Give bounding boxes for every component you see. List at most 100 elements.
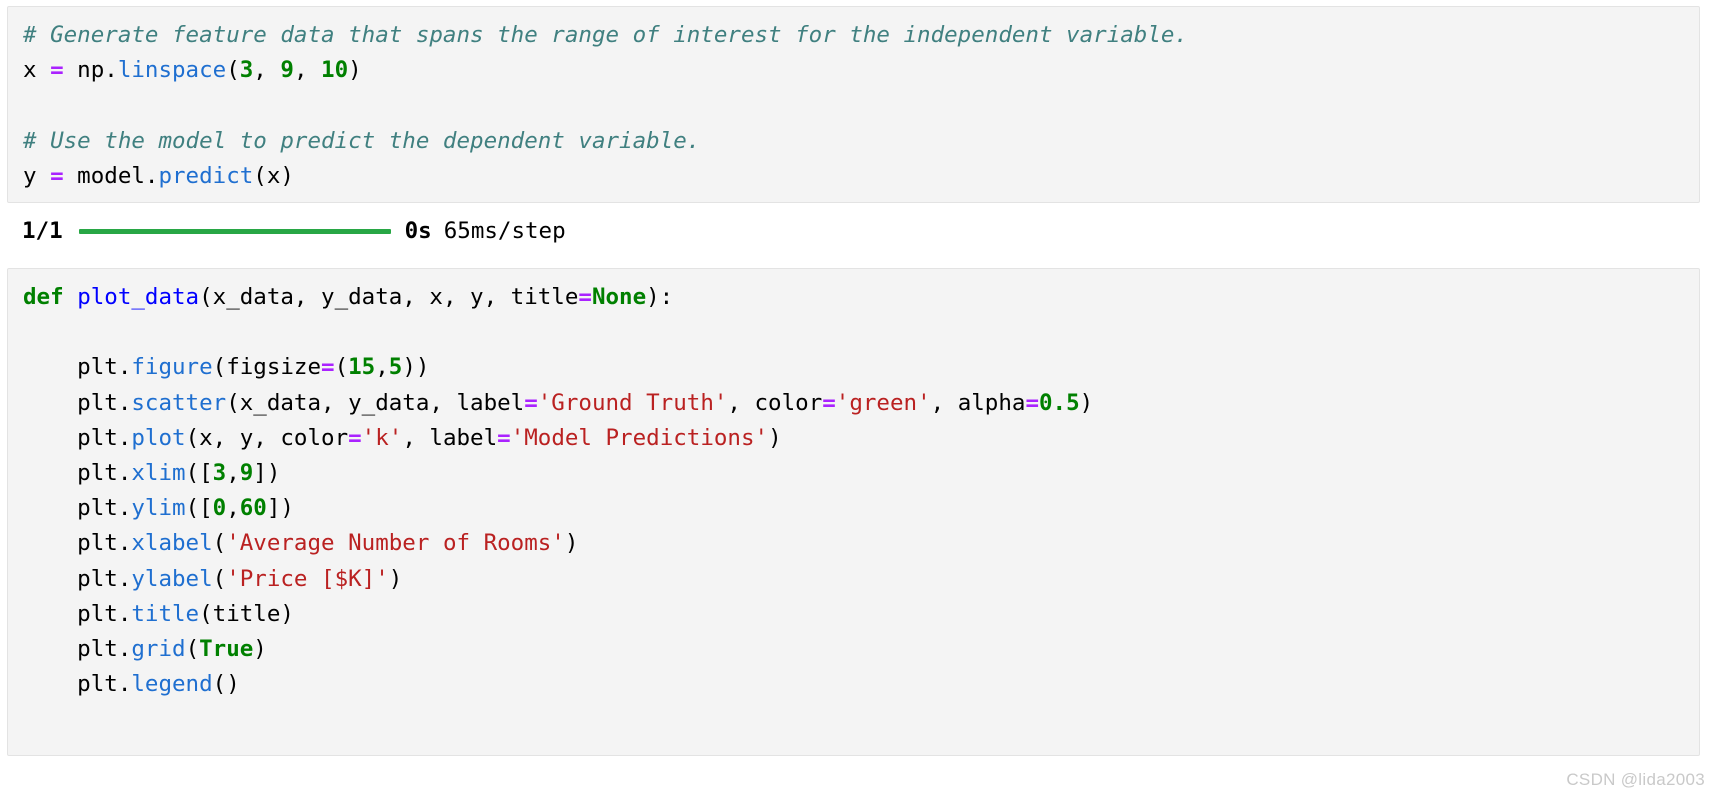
code-token: linspace	[117, 57, 227, 84]
code-token: .	[117, 389, 132, 416]
code-token: plt	[23, 354, 118, 381]
code-token: plt	[23, 530, 118, 557]
code-token: ])	[266, 495, 294, 522]
code-token: (	[226, 57, 240, 84]
code-token: 9	[280, 57, 294, 84]
code-line: y = model.predict(x)	[23, 159, 1188, 194]
code-token: plt	[23, 424, 118, 451]
code-token: =	[578, 284, 592, 310]
code-token: .	[117, 600, 132, 627]
code-token: 9	[239, 459, 254, 486]
code-token: .	[117, 354, 132, 381]
code-token: =	[524, 389, 538, 416]
code-line: # Generate feature data that spans the r…	[23, 18, 1188, 53]
code-token: ylabel	[131, 565, 213, 592]
code-token: 3	[239, 57, 254, 84]
output-elapsed-time: 0s	[404, 218, 432, 244]
code-token: =	[1025, 389, 1039, 416]
code-token: =	[348, 424, 362, 451]
code-token: 3	[212, 459, 227, 486]
code-line: x = np.linspace(3, 9, 10)	[23, 53, 1188, 88]
code-line: plt.ylim([0,60])	[23, 491, 1093, 526]
code-line: plt.legend()	[23, 667, 1093, 702]
progress-bar-track	[78, 228, 391, 234]
code-token: ,	[226, 495, 240, 522]
code-cell-1-source[interactable]: # Generate feature data that spans the r…	[23, 18, 1188, 194]
code-token: xlabel	[131, 530, 213, 557]
code-line: plt.xlabel('Average Number of Rooms')	[23, 526, 1093, 561]
code-token: plt	[23, 671, 118, 698]
code-token: (	[185, 635, 200, 662]
code-token: (x, y, color	[185, 424, 349, 451]
code-token: model	[63, 162, 145, 189]
code-token: (x_data, y_data, label	[226, 389, 525, 416]
code-token: , alpha	[930, 389, 1026, 416]
code-token: (	[334, 354, 349, 381]
code-token: .	[117, 635, 132, 662]
code-token: )	[1079, 389, 1094, 416]
code-token: # Use the model to predict the dependent…	[23, 127, 701, 154]
code-line: plt.title(title)	[23, 597, 1093, 632]
code-line: # Use the model to predict the dependent…	[23, 124, 1188, 159]
code-token: scatter	[131, 389, 227, 416]
code-line: plt.scatter(x_data, y_data, label='Groun…	[23, 386, 1093, 421]
code-token: .	[104, 57, 118, 84]
code-token: 'Average Number of Rooms'	[226, 530, 565, 557]
code-token: 'green'	[835, 389, 931, 416]
code-token: )	[768, 424, 782, 451]
code-token: plt	[23, 565, 118, 592]
code-token: plot	[131, 424, 186, 451]
code-token: .	[117, 459, 132, 486]
code-line: def plot_data(x_data, y_data, x, y, titl…	[23, 280, 1093, 315]
code-cell-2[interactable]: def plot_data(x_data, y_data, x, y, titl…	[7, 268, 1700, 756]
code-line: plt.xlim([3,9])	[23, 456, 1093, 491]
csdn-watermark: CSDN @lida2003	[1566, 770, 1705, 789]
code-token: .	[117, 495, 132, 522]
code-token: (figsize	[212, 354, 322, 381]
code-cell-2-source[interactable]: def plot_data(x_data, y_data, x, y, titl…	[23, 280, 1093, 702]
code-token: (	[212, 565, 227, 592]
code-token: 'Price [$K]'	[226, 565, 389, 592]
code-line: plt.plot(x, y, color='k', label='Model P…	[23, 421, 1093, 456]
code-token: (	[212, 530, 227, 557]
code-token: True	[199, 635, 254, 662]
code-token: np	[63, 57, 105, 84]
code-token: (x)	[253, 162, 294, 189]
cell-1-output: 1/1 0s 65ms/step	[22, 213, 1022, 249]
code-token: None	[591, 284, 647, 310]
code-token: y	[23, 162, 51, 189]
code-token: plt	[23, 635, 118, 662]
code-token: .	[144, 162, 159, 189]
code-token: )	[348, 57, 362, 84]
code-token: )	[388, 565, 403, 592]
code-token: ))	[402, 354, 430, 381]
code-token: 5	[388, 354, 403, 381]
code-token: figure	[131, 354, 213, 381]
code-token: ylim	[131, 495, 186, 522]
code-token: ([	[185, 495, 213, 522]
output-steps: 1/1	[22, 218, 63, 244]
code-token: predict	[158, 162, 254, 189]
code-token: =	[497, 424, 511, 451]
code-token: grid	[131, 635, 186, 662]
code-token: ,	[375, 354, 389, 381]
code-token: 60	[239, 495, 267, 522]
code-token: ([	[185, 459, 213, 486]
code-token: (x_data, y_data, x, y, title	[199, 284, 579, 310]
code-token: plt	[23, 600, 118, 627]
code-token: )	[564, 530, 579, 557]
code-line: plt.figure(figsize=(15,5))	[23, 350, 1093, 385]
code-token: plt	[23, 459, 118, 486]
code-cell-1[interactable]: # Generate feature data that spans the r…	[7, 6, 1700, 203]
output-step-rate: 65ms/step	[443, 218, 566, 244]
code-token: ()	[212, 671, 240, 698]
code-token: .	[117, 424, 132, 451]
code-token: # Generate feature data that spans the r…	[23, 22, 1188, 48]
code-token: def	[23, 284, 64, 310]
code-token: 'Model Predictions'	[510, 424, 769, 451]
code-token: =	[321, 354, 335, 381]
code-token: ,	[226, 459, 240, 486]
